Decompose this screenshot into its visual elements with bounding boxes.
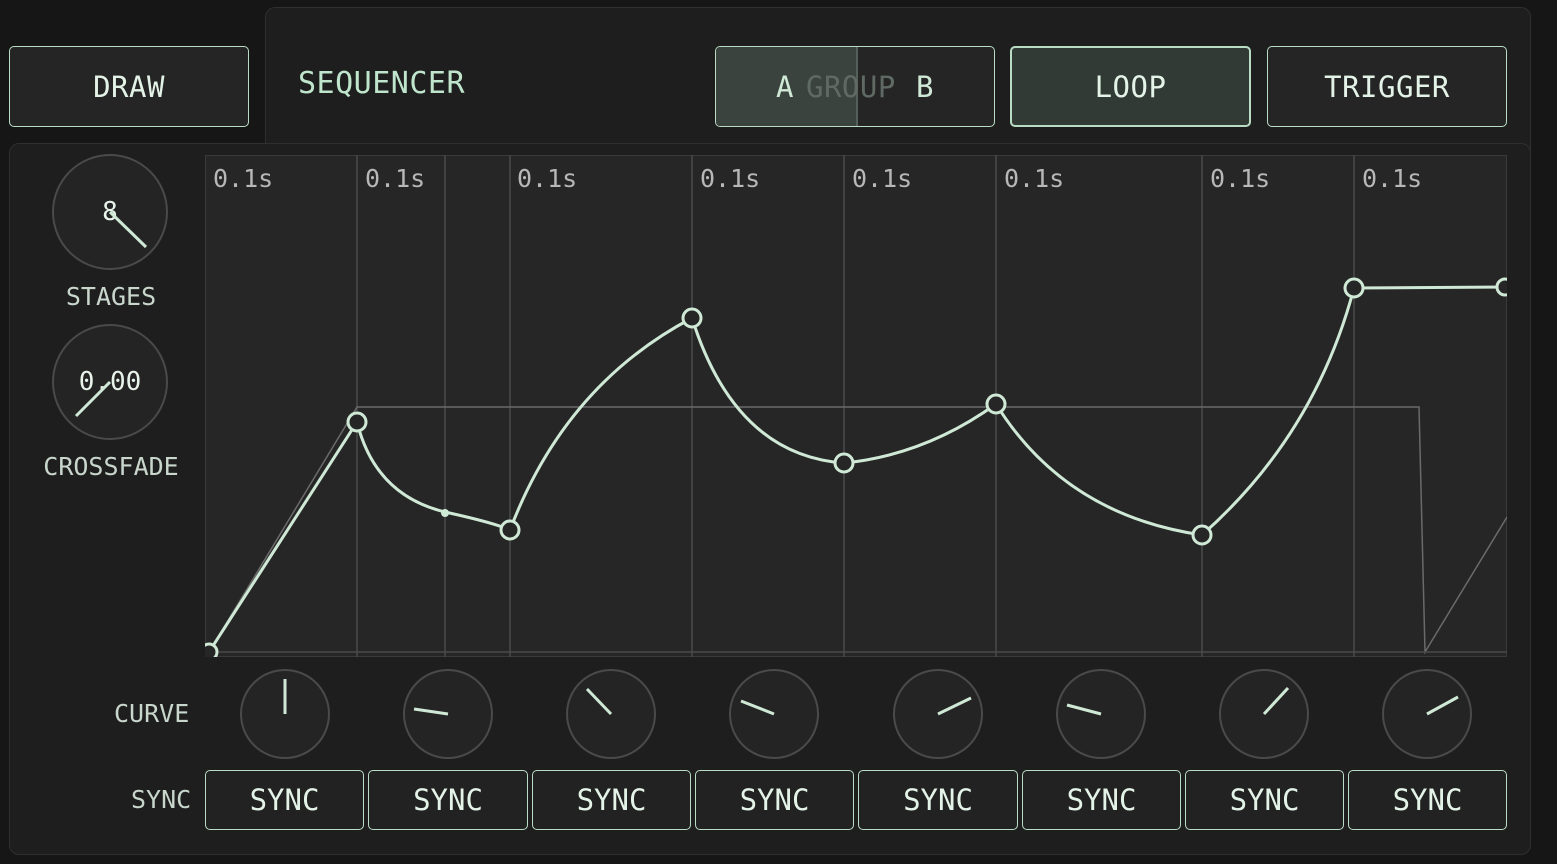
curve-knob-1[interactable] — [240, 669, 330, 759]
stage-time-1: 0.1s — [213, 164, 273, 193]
draw-tab-button[interactable]: DRAW — [9, 46, 249, 127]
group-b-label: B — [916, 69, 934, 104]
curve-knob-6[interactable] — [1056, 669, 1146, 759]
stage-node-1[interactable] — [205, 642, 219, 657]
stage-time-7: 0.1s — [1210, 164, 1270, 193]
stage-time-5: 0.1s — [852, 164, 912, 193]
envelope-graph[interactable]: 0.1s 0.1s 0.1s 0.1s 0.1s 0.1s 0.1s 0.1s — [205, 155, 1507, 657]
curve-knob-7[interactable] — [1219, 669, 1309, 759]
stage-time-labels: 0.1s 0.1s 0.1s 0.1s 0.1s 0.1s 0.1s 0.1s — [213, 164, 1422, 193]
sync-row-label: SYNC — [131, 785, 192, 814]
stage-node-5[interactable] — [833, 452, 855, 474]
stage-node-6[interactable] — [985, 393, 1007, 415]
loop-button[interactable]: LOOP — [1010, 46, 1251, 127]
stage-nodes — [205, 277, 1507, 657]
curve-knob-8[interactable] — [1382, 669, 1472, 759]
curve-knob-2[interactable] — [403, 669, 493, 759]
curve-handle[interactable] — [441, 509, 449, 517]
sync-button-3[interactable]: SYNC — [532, 770, 691, 830]
stage-node-8[interactable] — [1343, 277, 1365, 299]
group-a-label: A — [776, 69, 794, 104]
sync-button-6[interactable]: SYNC — [1022, 770, 1181, 830]
envelope-curve — [207, 285, 1507, 653]
curve-row-label: CURVE — [114, 699, 190, 728]
stage-dividers — [356, 155, 1355, 657]
stage-time-6: 0.1s — [1004, 164, 1064, 193]
stage-node-2[interactable] — [346, 411, 368, 433]
sync-button-2[interactable]: SYNC — [368, 770, 528, 830]
sync-button-5[interactable]: SYNC — [858, 770, 1018, 830]
stage-time-8: 0.1s — [1362, 164, 1422, 193]
group-label: GROUP — [806, 69, 896, 104]
sync-button-7[interactable]: SYNC — [1185, 770, 1344, 830]
curve-knob-3[interactable] — [566, 669, 656, 759]
trigger-button[interactable]: TRIGGER — [1267, 46, 1507, 127]
group-ab-toggle[interactable]: A GROUP B — [715, 46, 995, 127]
stage-time-3: 0.1s — [517, 164, 577, 193]
stage-time-4: 0.1s — [700, 164, 760, 193]
curve-knob-4[interactable] — [729, 669, 819, 759]
crossfade-knob-pointer — [74, 380, 112, 418]
sync-button-4[interactable]: SYNC — [695, 770, 854, 830]
sequencer-tab-title[interactable]: SEQUENCER — [298, 66, 465, 101]
stage-node-3[interactable] — [499, 519, 521, 541]
sync-button-1[interactable]: SYNC — [205, 770, 364, 830]
gate-outline — [208, 406, 1507, 655]
stage-node-7[interactable] — [1191, 524, 1213, 546]
stage-node-4[interactable] — [681, 307, 703, 329]
crossfade-knob[interactable]: 0.00 — [52, 324, 168, 440]
stages-label: STAGES — [65, 282, 157, 311]
stage-time-2: 0.1s — [365, 164, 425, 193]
crossfade-label: CROSSFADE — [43, 452, 179, 481]
stages-knob-pointer — [108, 210, 148, 249]
stage-node-end[interactable] — [1495, 277, 1507, 297]
stages-knob[interactable]: 8 — [52, 154, 168, 270]
sync-button-8[interactable]: SYNC — [1348, 770, 1507, 830]
curve-knob-5[interactable] — [893, 669, 983, 759]
